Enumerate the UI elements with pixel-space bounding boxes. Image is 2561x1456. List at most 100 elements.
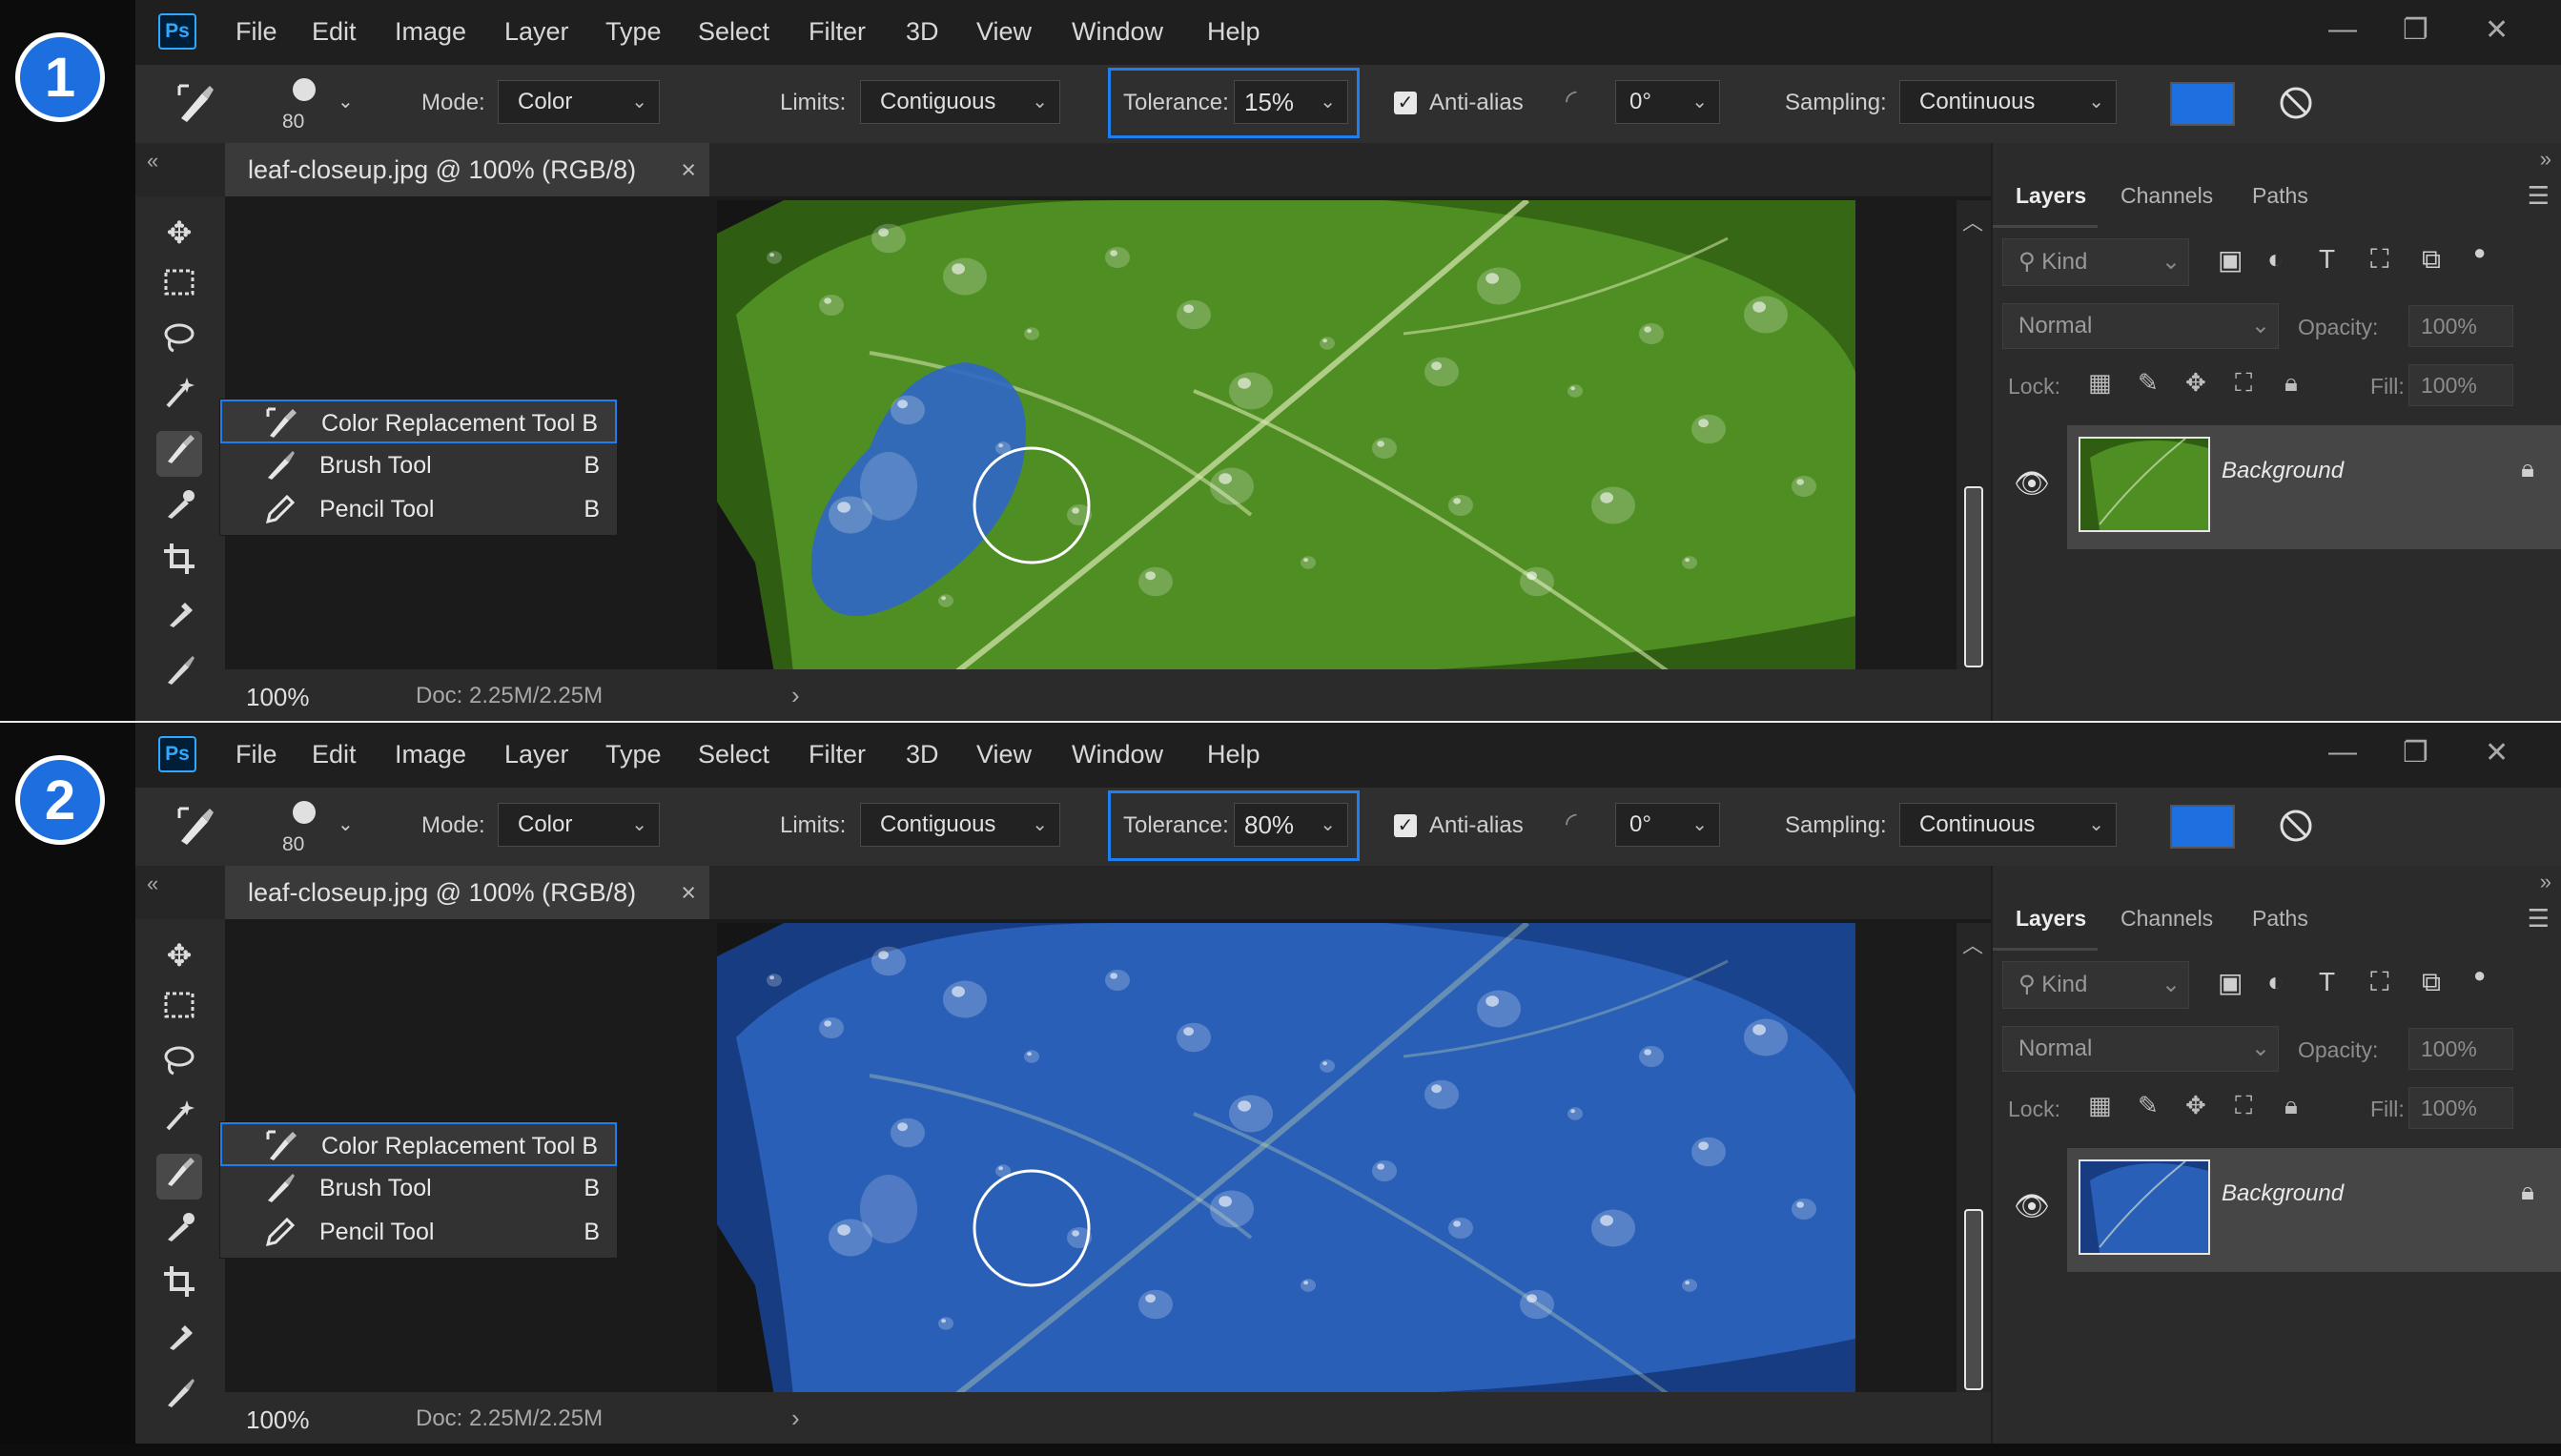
- tab-layers[interactable]: Layers: [2016, 183, 2086, 209]
- brush-tip-icon[interactable]: [278, 797, 330, 831]
- opacity-input[interactable]: 100%: [2408, 1028, 2513, 1070]
- vertical-scrollbar[interactable]: ︿: [1957, 923, 1991, 1396]
- mode-select[interactable]: Color ⌄: [498, 803, 660, 847]
- flyout-item-pencil[interactable]: Pencil Tool B: [220, 487, 617, 531]
- no-sign-icon[interactable]: [2277, 84, 2315, 127]
- close-tab-icon[interactable]: ×: [681, 143, 696, 196]
- tolerance-input[interactable]: 15% ⌄: [1234, 80, 1348, 124]
- close-tab-icon[interactable]: ×: [681, 866, 696, 919]
- scroll-up-icon[interactable]: ︿: [1962, 206, 1983, 236]
- panel-menu-icon[interactable]: ☰: [2528, 904, 2550, 933]
- photoshop-logo-icon[interactable]: Ps: [158, 13, 196, 50]
- sampling-select[interactable]: Continuous ⌄: [1899, 80, 2117, 124]
- collapse-toolbar-icon[interactable]: «: [147, 872, 158, 896]
- menu-help[interactable]: Help: [1207, 17, 1260, 47]
- lock-pixels-icon[interactable]: ✎: [2138, 368, 2159, 398]
- scrollbar-thumb[interactable]: [1964, 486, 1983, 667]
- scrollbar-thumb[interactable]: [1964, 1209, 1983, 1390]
- menu-filter[interactable]: Filter: [809, 17, 866, 47]
- lock-artboard-icon[interactable]: ⛶: [2235, 368, 2252, 399]
- zoom-level[interactable]: 100%: [246, 1405, 310, 1435]
- restore-icon[interactable]: ❐: [2403, 736, 2428, 769]
- menu-image[interactable]: Image: [395, 740, 466, 769]
- brush-tool-icon[interactable]: [156, 652, 202, 698]
- minimize-icon[interactable]: —: [2328, 13, 2357, 46]
- menu-file[interactable]: File: [236, 740, 277, 769]
- angle-input[interactable]: 0° ⌄: [1615, 80, 1720, 124]
- tab-paths[interactable]: Paths: [2252, 906, 2308, 932]
- brush-tool-icon[interactable]: [156, 1375, 202, 1421]
- eyedropper-tool-icon[interactable]: [156, 1209, 202, 1255]
- layer-lock-icon[interactable]: 🔒︎: [2521, 1177, 2534, 1207]
- pipette-tool-icon[interactable]: [156, 1320, 202, 1365]
- type-filter-icon[interactable]: T: [2319, 244, 2335, 275]
- photoshop-logo-icon[interactable]: Ps: [158, 736, 196, 772]
- scroll-up-icon[interactable]: ︿: [1962, 929, 1983, 959]
- brush-tip-icon[interactable]: [278, 74, 330, 109]
- blend-mode-select[interactable]: Normal ⌄: [2002, 303, 2279, 349]
- blend-mode-select[interactable]: Normal ⌄: [2002, 1026, 2279, 1072]
- menu-edit[interactable]: Edit: [312, 17, 357, 47]
- marquee-tool-icon[interactable]: [156, 988, 202, 1034]
- lasso-tool-icon[interactable]: [156, 320, 202, 366]
- smart-object-filter-icon[interactable]: ⧉: [2422, 244, 2441, 276]
- angle-input[interactable]: 0° ⌄: [1615, 803, 1720, 847]
- tolerance-input[interactable]: 80% ⌄: [1234, 803, 1348, 847]
- limits-select[interactable]: Contiguous ⌄: [860, 803, 1060, 847]
- marquee-tool-icon[interactable]: [156, 265, 202, 311]
- leaf-photo[interactable]: [717, 923, 1855, 1396]
- leaf-photo[interactable]: [717, 200, 1855, 673]
- replacement-color-swatch[interactable]: [2170, 82, 2235, 126]
- layer-row-background[interactable]: Background 🔒︎: [2067, 425, 2561, 549]
- flyout-item-color-replacement[interactable]: Color Replacement Tool B: [220, 400, 617, 443]
- restore-icon[interactable]: ❐: [2403, 13, 2428, 47]
- eyedropper-tool-icon[interactable]: [156, 486, 202, 532]
- chevron-right-icon[interactable]: ›: [791, 681, 800, 710]
- menu-image[interactable]: Image: [395, 17, 466, 47]
- chevron-right-icon[interactable]: ›: [791, 1404, 800, 1433]
- adjustment-filter-icon[interactable]: ◐: [2267, 967, 2284, 997]
- panel-menu-icon[interactable]: ☰: [2528, 181, 2550, 211]
- close-window-icon[interactable]: ✕: [2485, 13, 2509, 47]
- lock-position-icon[interactable]: ✥: [2185, 368, 2206, 398]
- type-filter-icon[interactable]: T: [2319, 967, 2335, 997]
- menu-filter[interactable]: Filter: [809, 740, 866, 769]
- no-sign-icon[interactable]: [2277, 807, 2315, 850]
- tab-channels[interactable]: Channels: [2121, 906, 2213, 932]
- color-replacement-tool-preset-icon[interactable]: [174, 803, 219, 853]
- lock-all-icon[interactable]: 🔒︎: [2284, 368, 2298, 399]
- collapse-toolbar-icon[interactable]: «: [147, 149, 158, 174]
- lock-artboard-icon[interactable]: ⛶: [2235, 1091, 2252, 1121]
- shape-filter-icon[interactable]: ⛶: [2370, 967, 2389, 998]
- menu-3d[interactable]: 3D: [906, 17, 939, 47]
- brush-size-value[interactable]: 80: [282, 833, 304, 856]
- close-window-icon[interactable]: ✕: [2485, 736, 2509, 769]
- magic-wand-tool-icon[interactable]: [156, 1098, 202, 1144]
- lasso-tool-icon[interactable]: [156, 1043, 202, 1089]
- image-filter-icon[interactable]: ▣: [2218, 967, 2243, 998]
- pipette-tool-icon[interactable]: [156, 597, 202, 643]
- flyout-item-pencil[interactable]: Pencil Tool B: [220, 1210, 617, 1254]
- color-replacement-tool-preset-icon[interactable]: [174, 80, 219, 131]
- menu-select[interactable]: Select: [698, 740, 769, 769]
- adjustment-filter-icon[interactable]: ◐: [2267, 244, 2284, 275]
- lock-pixels-icon[interactable]: ✎: [2138, 1091, 2159, 1120]
- opacity-input[interactable]: 100%: [2408, 305, 2513, 347]
- sampling-select[interactable]: Continuous ⌄: [1899, 803, 2117, 847]
- layer-filter-kind[interactable]: ⚲ Kind ⌄: [2002, 961, 2189, 1009]
- visibility-eye-icon[interactable]: 👁︎: [2014, 1190, 2050, 1223]
- visibility-eye-icon[interactable]: 👁︎: [2014, 467, 2050, 501]
- menu-type[interactable]: Type: [605, 17, 662, 47]
- anti-alias-checkbox[interactable]: ✓: [1394, 92, 1417, 114]
- menu-type[interactable]: Type: [605, 740, 662, 769]
- menu-edit[interactable]: Edit: [312, 740, 357, 769]
- flyout-item-brush[interactable]: Brush Tool B: [220, 1166, 617, 1210]
- tab-channels[interactable]: Channels: [2121, 183, 2213, 209]
- minimize-icon[interactable]: —: [2328, 736, 2357, 769]
- menu-select[interactable]: Select: [698, 17, 769, 47]
- layer-lock-icon[interactable]: 🔒︎: [2521, 454, 2534, 484]
- tab-paths[interactable]: Paths: [2252, 183, 2308, 209]
- filter-toggle-icon[interactable]: ●: [2473, 240, 2486, 265]
- lock-transparency-icon[interactable]: ▦: [2088, 368, 2112, 398]
- smart-object-filter-icon[interactable]: ⧉: [2422, 967, 2441, 998]
